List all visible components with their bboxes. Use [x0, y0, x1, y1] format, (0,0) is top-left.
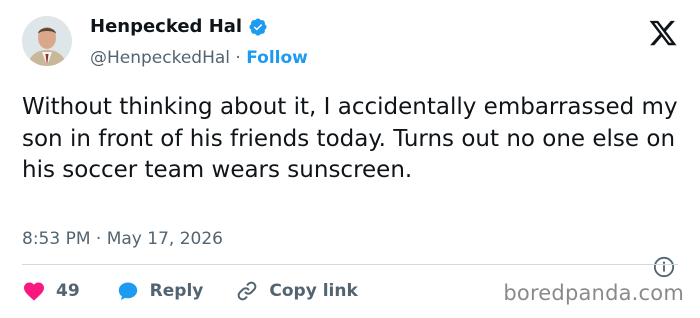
watermark: boredpanda.com [503, 281, 684, 305]
like-count: 49 [56, 281, 80, 301]
x-logo-icon[interactable] [648, 18, 678, 48]
divider [22, 264, 678, 265]
author-handle-row: @HenpeckedHal · Follow [90, 48, 308, 68]
handle-separator: · [230, 48, 247, 68]
reply-bubble-icon [116, 279, 140, 303]
like-button[interactable]: 49 [22, 279, 80, 303]
link-icon [235, 279, 259, 303]
avatar-image [22, 16, 72, 66]
verified-badge-icon [248, 17, 268, 37]
author-handle[interactable]: @HenpeckedHal [90, 48, 230, 68]
author-name-row: Henpecked Hal [90, 16, 268, 37]
reply-label: Reply [149, 281, 204, 301]
tweet-text: Without thinking about it, I accidentall… [22, 94, 678, 183]
heart-icon [22, 279, 46, 303]
author-name[interactable]: Henpecked Hal [90, 16, 242, 37]
copy-link-button[interactable]: Copy link [235, 279, 358, 303]
copy-link-label: Copy link [269, 281, 358, 301]
tweet-actions: 49 Reply Copy link [22, 277, 358, 305]
reply-button[interactable]: Reply [116, 279, 204, 303]
follow-button[interactable]: Follow [246, 48, 308, 68]
tweet-timestamp[interactable]: 8:53 PM · May 17, 2026 [22, 229, 223, 249]
info-icon[interactable] [653, 256, 675, 278]
avatar[interactable] [22, 16, 72, 66]
